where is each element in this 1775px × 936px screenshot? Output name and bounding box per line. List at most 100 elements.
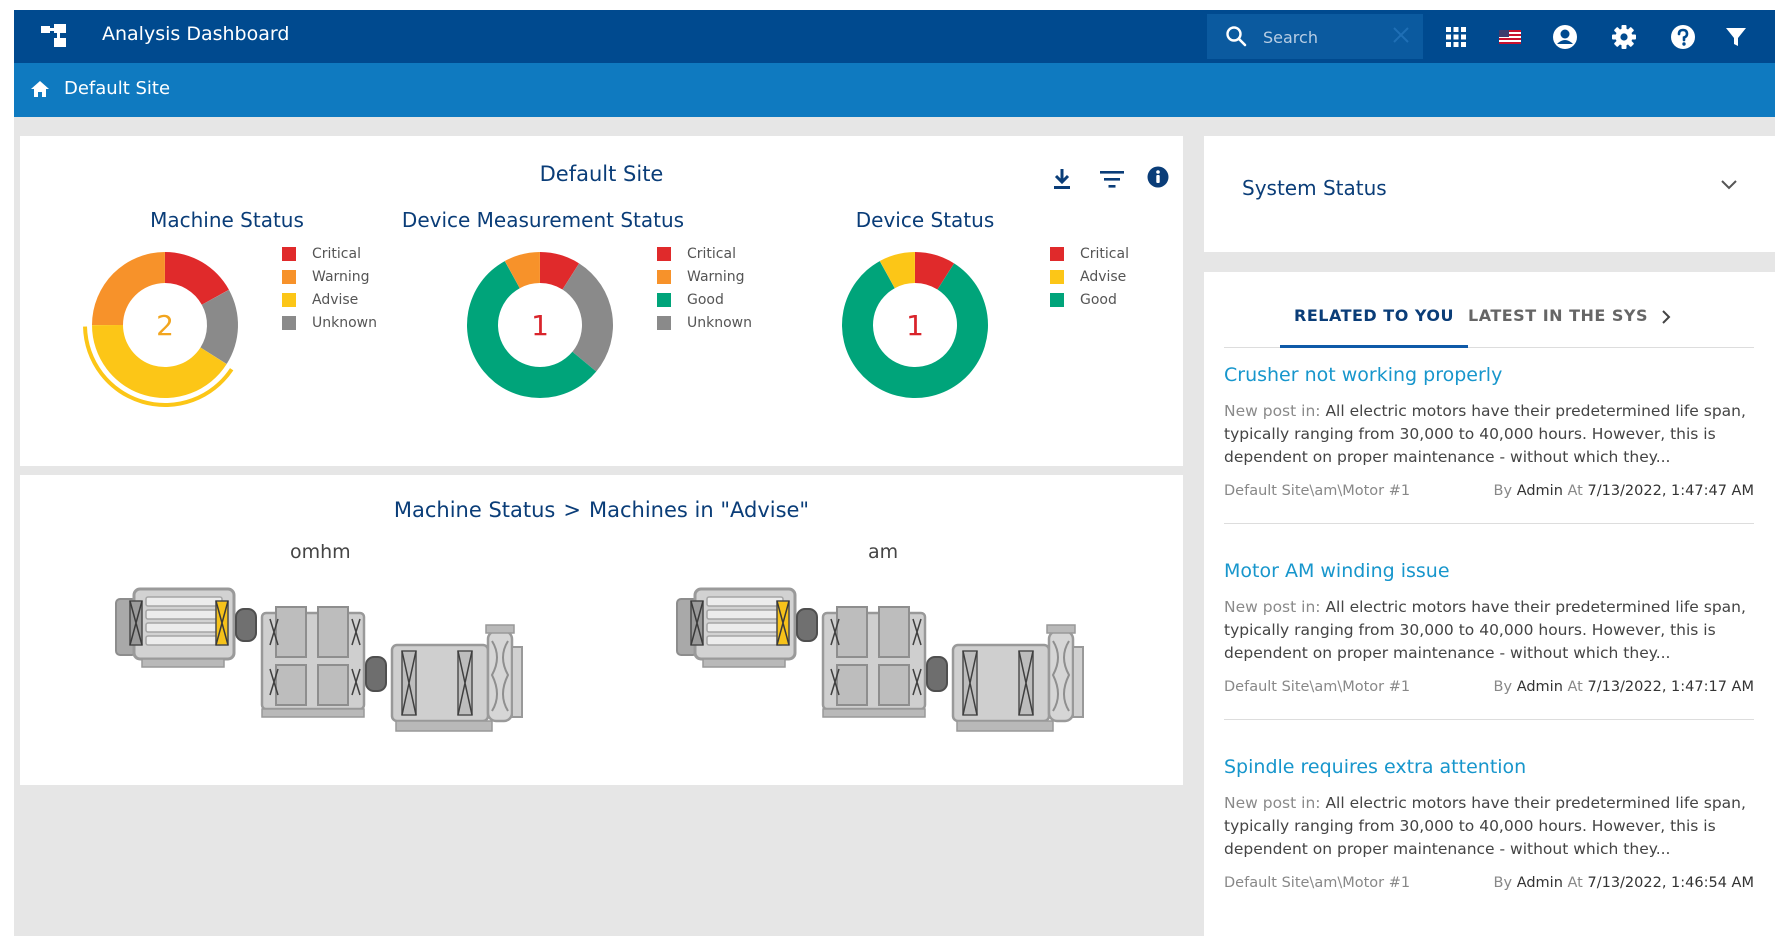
legend-swatch — [657, 315, 671, 330]
device-status-legend: Critical Advise Good — [1050, 242, 1129, 311]
post-body: New post in: All electric motors have th… — [1224, 596, 1754, 665]
post-path[interactable]: Default Site\am\Motor #1 — [1224, 679, 1410, 695]
site-title: Default Site — [539, 162, 664, 186]
machine-diagram-omhm[interactable] — [112, 585, 526, 733]
legend-swatch — [282, 292, 296, 307]
legend-item[interactable]: Critical — [282, 242, 377, 265]
device-measurement-legend: Critical Warning Good Unknown — [657, 242, 752, 334]
home-icon[interactable] — [30, 79, 50, 99]
post-prefix: New post in: — [1224, 598, 1321, 616]
legend-swatch — [657, 269, 671, 284]
news-tabs: RELATED TO YOU LATEST IN THE SYSTEM — [1224, 306, 1754, 348]
site-status-panel: Default Site Machine Status 2 Critical W… — [20, 136, 1183, 466]
search-box[interactable] — [1207, 14, 1423, 59]
machine-status-legend: Critical Warning Advise Unknown — [282, 242, 377, 334]
post-prefix: New post in: — [1224, 402, 1321, 420]
news-feed-panel: RELATED TO YOU LATEST IN THE SYSTEM Crus… — [1204, 272, 1775, 936]
post-meta: Default Site\am\Motor #1 By Admin At 7/1… — [1224, 679, 1754, 701]
post-timestamp: 7/13/2022, 1:47:47 AM — [1587, 483, 1754, 499]
drilldown-separator: > — [563, 498, 581, 522]
close-icon[interactable] — [1391, 25, 1411, 45]
post-byline: By Admin At 7/13/2022, 1:47:17 AM — [1493, 679, 1754, 695]
legend-item[interactable]: Warning — [282, 265, 377, 288]
info-icon[interactable] — [1147, 166, 1169, 188]
legend-item[interactable]: Unknown — [657, 311, 752, 334]
post-timestamp: 7/13/2022, 1:46:54 AM — [1587, 875, 1754, 891]
user-account-icon[interactable] — [1551, 23, 1579, 51]
post-meta: Default Site\am\Motor #1 By Admin At 7/1… — [1224, 875, 1754, 897]
download-icon[interactable] — [1052, 168, 1072, 190]
post-body: New post in: All electric motors have th… — [1224, 400, 1754, 469]
legend-item[interactable]: Advise — [1050, 265, 1129, 288]
post-meta: Default Site\am\Motor #1 By Admin At 7/1… — [1224, 483, 1754, 505]
chevron-right-icon[interactable] — [1660, 308, 1672, 326]
help-icon[interactable] — [1669, 23, 1697, 51]
post-body: New post in: All electric motors have th… — [1224, 792, 1754, 861]
machine-diagram-am[interactable] — [673, 585, 1087, 733]
donut-center-count: 1 — [531, 309, 549, 342]
app-title: Analysis Dashboard — [102, 23, 290, 45]
post-divider — [1224, 719, 1754, 720]
post-divider — [1224, 523, 1754, 524]
post-byline: By Admin At 7/13/2022, 1:47:47 AM — [1493, 483, 1754, 499]
device-measurement-status-donut[interactable]: 1 — [455, 240, 625, 410]
machine-name-am: am — [868, 541, 899, 563]
legend-item[interactable]: Good — [1050, 288, 1129, 311]
breadcrumb-site[interactable]: Default Site — [64, 78, 170, 99]
post-author: Admin — [1516, 679, 1563, 695]
hierarchy-logo-icon[interactable] — [40, 24, 68, 48]
drilldown-breadcrumb: Machine Status > Machines in "Advise" — [20, 498, 1183, 522]
legend-swatch — [282, 269, 296, 284]
donut-center-count: 1 — [906, 309, 924, 342]
breadcrumb-bar: Default Site — [14, 63, 1775, 117]
system-status-title: System Status — [1242, 176, 1387, 200]
donut-center-count: 2 — [156, 309, 174, 342]
legend-item[interactable]: Critical — [1050, 242, 1129, 265]
search-input[interactable] — [1263, 26, 1387, 48]
post-prefix: New post in: — [1224, 794, 1321, 812]
system-status-panel[interactable]: System Status — [1204, 136, 1775, 252]
drilldown-panel: Machine Status > Machines in "Advise" omhm… — [20, 475, 1183, 785]
legend-swatch — [282, 315, 296, 330]
news-post: Motor AM winding issue New post in: All … — [1224, 560, 1754, 720]
post-byline: By Admin At 7/13/2022, 1:46:54 AM — [1493, 875, 1754, 891]
top-header: Analysis Dashboard — [14, 10, 1775, 63]
news-post: Crusher not working properly New post in… — [1224, 364, 1754, 524]
device-measurement-status-title: Device Measurement Status — [401, 208, 685, 232]
legend-item[interactable]: Good — [657, 288, 752, 311]
donut-slice-warning[interactable] — [92, 252, 165, 325]
machine-status-title: Machine Status — [150, 208, 304, 232]
legend-swatch — [1050, 246, 1064, 261]
post-title[interactable]: Motor AM winding issue — [1224, 560, 1754, 582]
legend-swatch — [1050, 269, 1064, 284]
apps-grid-icon[interactable] — [1442, 23, 1470, 51]
device-status-donut[interactable]: 1 — [830, 240, 1000, 410]
chevron-down-icon[interactable] — [1721, 180, 1737, 190]
post-timestamp: 7/13/2022, 1:47:17 AM — [1587, 679, 1754, 695]
post-title[interactable]: Crusher not working properly — [1224, 364, 1754, 386]
drilldown-root-link[interactable]: Machine Status — [394, 498, 556, 522]
us-flag-icon[interactable] — [1496, 23, 1524, 51]
gear-icon[interactable] — [1610, 23, 1638, 51]
filter-lines-icon[interactable] — [1100, 170, 1124, 188]
post-path[interactable]: Default Site\am\Motor #1 — [1224, 483, 1410, 499]
filter-icon[interactable] — [1722, 23, 1750, 51]
legend-item[interactable]: Advise — [282, 288, 377, 311]
legend-item[interactable]: Warning — [657, 265, 752, 288]
legend-item[interactable]: Unknown — [282, 311, 377, 334]
tab-related-to-you[interactable]: RELATED TO YOU — [1280, 306, 1468, 348]
post-title[interactable]: Spindle requires extra attention — [1224, 756, 1754, 778]
machine-status-donut[interactable]: 2 — [80, 240, 250, 410]
post-path[interactable]: Default Site\am\Motor #1 — [1224, 875, 1410, 891]
post-author: Admin — [1516, 875, 1563, 891]
news-post: Spindle requires extra attention New pos… — [1224, 756, 1754, 897]
search-icon[interactable] — [1225, 25, 1247, 47]
tab-latest-in-system[interactable]: LATEST IN THE SYSTEM — [1468, 306, 1648, 348]
legend-swatch — [657, 292, 671, 307]
legend-item[interactable]: Critical — [657, 242, 752, 265]
legend-swatch — [1050, 292, 1064, 307]
post-author: Admin — [1516, 483, 1563, 499]
device-status-title: Device Status — [855, 208, 995, 232]
legend-swatch — [657, 246, 671, 261]
app-window: Analysis Dashboard Search Default Site D… — [14, 10, 1775, 936]
